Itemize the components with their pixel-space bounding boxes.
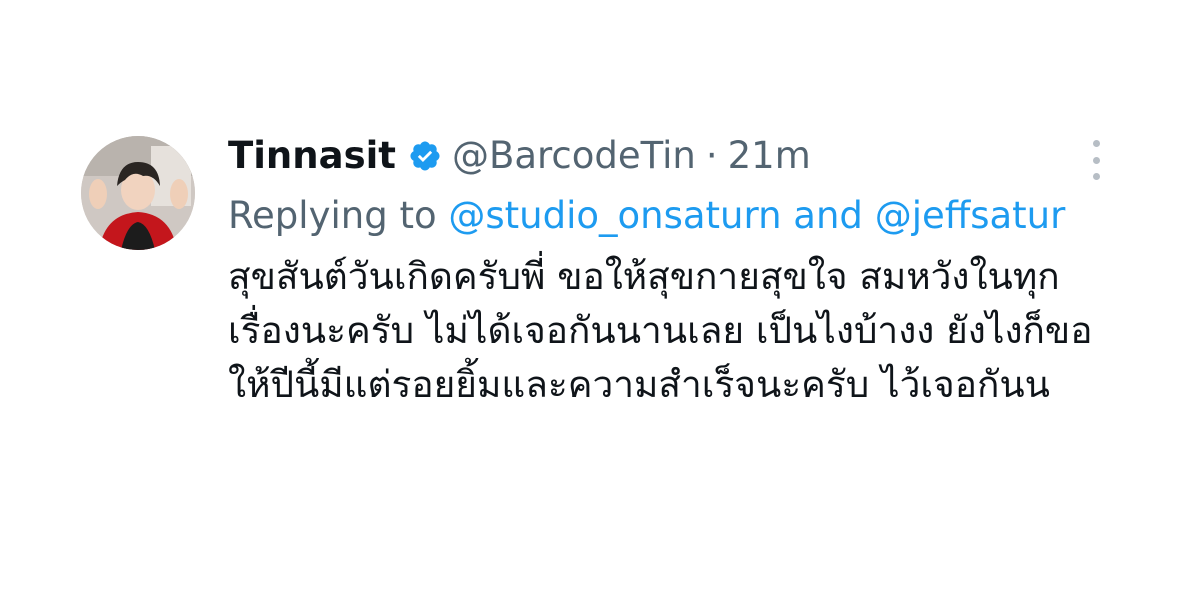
more-options-icon[interactable]	[1088, 140, 1104, 180]
reply-mention-jeffsatur[interactable]: @jeffsatur	[875, 194, 1066, 237]
tweet-text: สุขสันต์วันเกิดครับพี่ ขอให้สุขกายสุขใจ …	[228, 255, 1093, 406]
display-name[interactable]: Tinnasit	[228, 128, 396, 184]
user-handle[interactable]: @BarcodeTin	[452, 128, 696, 184]
tweet-content: Tinnasit @BarcodeTin · 21m Replying to @…	[228, 128, 1128, 412]
tweet-timestamp[interactable]: 21m	[728, 128, 811, 184]
replying-to-line: Replying to @studio_onsaturn and @jeffsa…	[228, 188, 1128, 244]
tweet-container: Tinnasit @BarcodeTin · 21m Replying to @…	[0, 0, 1200, 600]
more-dot	[1092, 173, 1100, 180]
reply-conjunction: and	[793, 194, 863, 237]
tweet-header: Tinnasit @BarcodeTin · 21m	[228, 128, 1128, 184]
avatar-image	[81, 136, 195, 250]
replying-prefix: Replying to	[228, 194, 437, 237]
avatar[interactable]	[81, 136, 195, 250]
more-dot	[1092, 140, 1100, 147]
more-dot	[1092, 156, 1100, 164]
reply-mention-studio-onsaturn[interactable]: @studio_onsaturn	[448, 194, 781, 237]
separator-dot: ·	[705, 134, 718, 177]
verified-badge-icon	[408, 139, 442, 173]
